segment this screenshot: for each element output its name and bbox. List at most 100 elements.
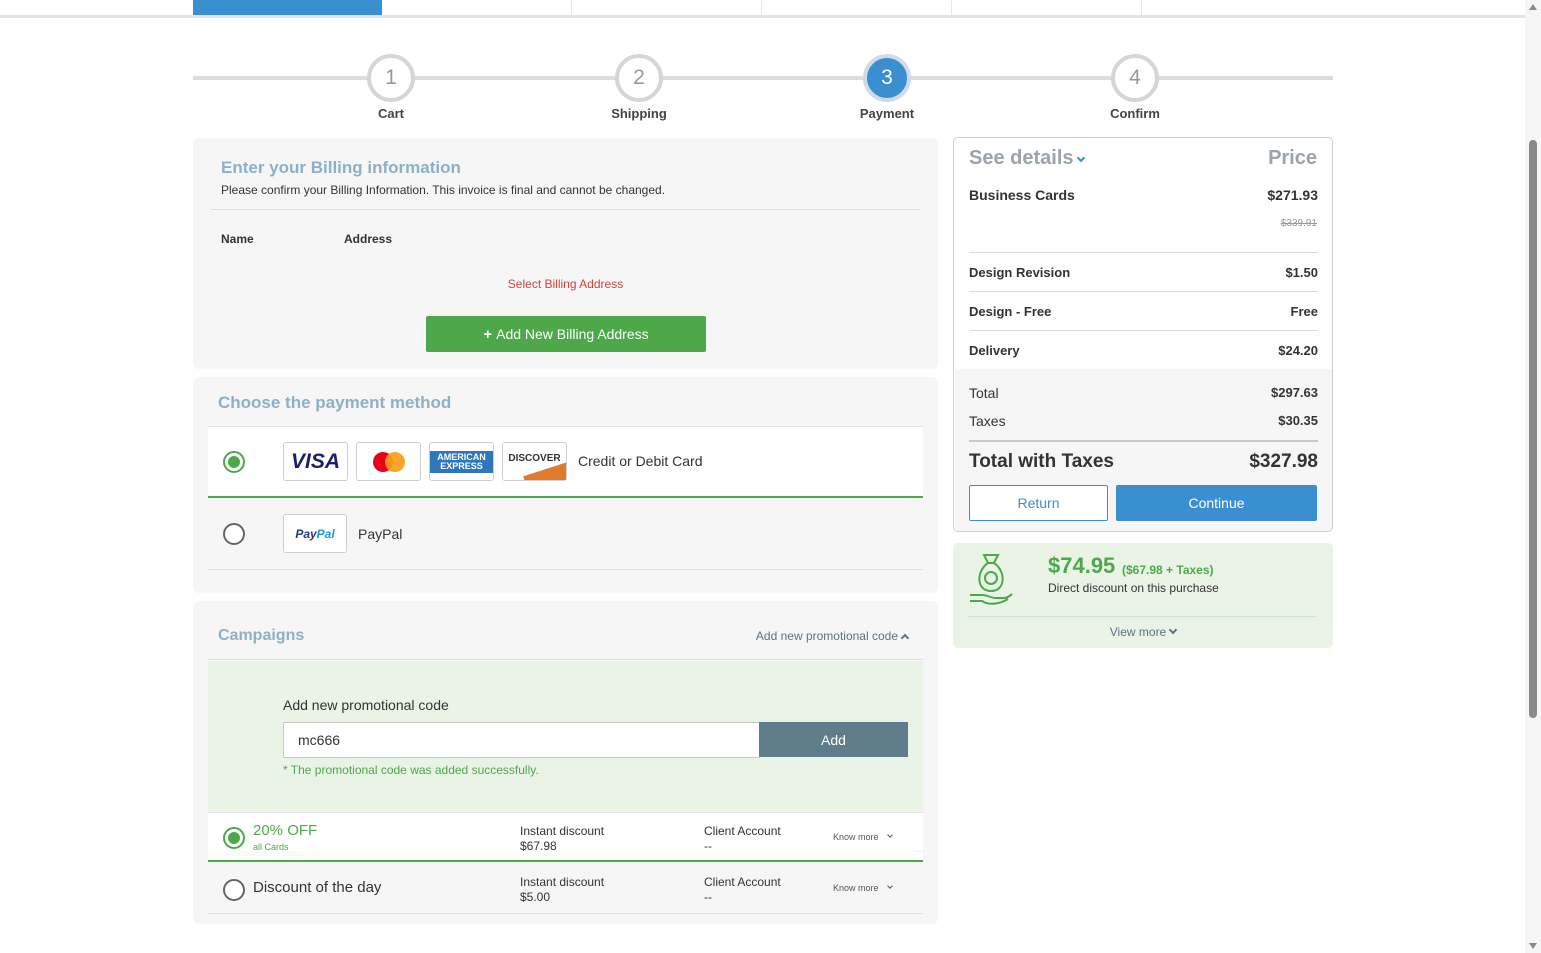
promo-success-message: * The promotional code was added success… (283, 763, 539, 777)
top-nav-tab[interactable] (382, 0, 572, 15)
add-billing-address-button[interactable]: + Add New Billing Address (426, 316, 706, 352)
paypal-logo-pay: Pay (295, 526, 317, 541)
divider (969, 330, 1318, 331)
campaign-radio[interactable] (223, 879, 245, 901)
billing-section: Enter your Billing information Please co… (193, 138, 938, 369)
summary-grand-total-line: Total with Taxes $327.98 (969, 451, 1318, 473)
see-details-toggle[interactable]: See details (969, 147, 1085, 170)
campaign-discount-label: Instant discount (520, 824, 605, 838)
step-label: Confirm (1110, 106, 1160, 121)
visa-logo-text: VISA (290, 449, 340, 473)
paypal-radio[interactable] (223, 523, 245, 545)
step-number: 4 (1111, 54, 1159, 102)
campaign-account: Client Account -- (704, 875, 781, 905)
chevron-up-icon (900, 633, 910, 643)
divider (208, 659, 923, 660)
top-nav-tab[interactable] (762, 0, 952, 15)
summary-product-line: Business Cards $271.93 (969, 187, 1318, 203)
return-button[interactable]: Return (969, 485, 1108, 521)
payment-option-paypal[interactable]: PayPal PayPal (208, 500, 923, 570)
add-promo-code-link[interactable]: Add new promotional code (755, 629, 910, 643)
divider (968, 616, 1317, 617)
campaign-discount-value: $5.00 (520, 890, 551, 904)
top-nav-tab[interactable] (952, 0, 1142, 15)
summary-line-value: Free (1290, 304, 1318, 319)
scroll-down-arrow-icon[interactable] (1529, 943, 1537, 949)
discount-description: Direct discount on this purchase (1048, 581, 1219, 595)
see-details-label: See details (969, 147, 1074, 169)
know-more-link[interactable]: Know more (833, 883, 893, 893)
chevron-down-icon (1076, 153, 1085, 163)
step-number: 3 (863, 54, 911, 102)
divider (969, 252, 1318, 253)
summary-product-price: $271.93 (1267, 187, 1318, 203)
campaign-discount-value: $67.98 (520, 839, 557, 853)
plus-icon: + (483, 325, 493, 343)
campaign-discount: Instant discount $5.00 (520, 875, 604, 905)
chevron-down-icon (886, 883, 893, 889)
paypal-label: PayPal (358, 526, 403, 542)
campaign-account-label: Client Account (704, 875, 781, 889)
know-more-label: Know more (833, 832, 879, 842)
chevron-down-icon (886, 832, 893, 838)
discount-amount-detail: ($67.98 + Taxes) (1122, 563, 1214, 577)
continue-button[interactable]: Continue (1116, 485, 1317, 521)
step-cart[interactable]: 1 Cart (341, 54, 441, 121)
discover-logo-text: DISCOVER (508, 453, 561, 464)
billing-warning: Select Billing Address (507, 277, 624, 291)
top-nav-tabs (0, 0, 1525, 18)
checkout-page: 1 Cart 2 Shipping 3 Payment 4 Confirm En… (0, 0, 1541, 953)
promo-code-input[interactable] (283, 722, 760, 758)
visa-logo: VISA (283, 442, 348, 481)
top-nav-tab-active[interactable] (193, 0, 382, 15)
promo-code-label: Add new promotional code (283, 697, 449, 713)
step-number: 2 (615, 54, 663, 102)
know-more-link[interactable]: Know more (833, 832, 893, 842)
summary-line: Delivery $24.20 (969, 343, 1318, 358)
paypal-logo-pal: Pal (316, 526, 335, 541)
campaign-radio[interactable] (223, 827, 245, 849)
amex-logo: AMERICAN EXPRESS (429, 442, 494, 481)
campaigns-title: Campaigns (218, 627, 305, 644)
campaign-discount-label: Instant discount (520, 875, 605, 889)
top-nav-tab[interactable] (572, 0, 762, 15)
page-scrollbar[interactable] (1525, 0, 1541, 953)
step-payment: 3 Payment (837, 54, 937, 121)
checkout-steps: 1 Cart 2 Shipping 3 Payment 4 Confirm (193, 54, 1333, 124)
step-shipping[interactable]: 2 Shipping (589, 54, 689, 121)
summary-line: Design Revision $1.50 (969, 265, 1318, 280)
promo-code-panel: Add new promotional code Add * The promo… (208, 661, 923, 811)
campaign-name: 20% OFF (253, 822, 318, 839)
add-promo-code-link-label: Add new promotional code (755, 629, 898, 643)
campaigns-section: Campaigns Add new promotional code Add n… (193, 601, 938, 924)
top-nav-tab[interactable] (1142, 0, 1332, 15)
summary-line: Design - Free Free (969, 304, 1318, 319)
scrollbar-thumb[interactable] (1529, 140, 1537, 718)
discount-amount: $74.95 (1048, 553, 1116, 578)
summary-line-label: Design - Free (969, 304, 1052, 319)
campaign-row[interactable]: 20% OFF all Cards Instant discount $67.9… (208, 812, 923, 862)
scroll-up-arrow-icon[interactable] (1529, 4, 1537, 10)
mastercard-circle-orange (384, 451, 405, 472)
payment-option-card[interactable]: VISA AMERICAN EXPRESS DISCOVER Credit or… (208, 426, 923, 498)
summary-line-label: Design Revision (969, 265, 1071, 280)
card-label: Credit or Debit Card (578, 453, 703, 469)
order-summary: See details Price Business Cards $271.93… (953, 137, 1333, 532)
payment-method-section: Choose the payment method VISA AMERICAN … (193, 377, 938, 593)
card-radio[interactable] (223, 451, 245, 473)
price-header: Price (1268, 147, 1317, 169)
discover-logo: DISCOVER (502, 442, 567, 481)
summary-grand-total-label: Total with Taxes (969, 451, 1114, 472)
step-label: Payment (859, 106, 915, 121)
step-label: Shipping (611, 106, 667, 121)
billing-col-name: Name (221, 232, 254, 246)
view-more-link[interactable]: View more (953, 625, 1333, 639)
chevron-down-icon (1168, 625, 1178, 635)
divider (969, 440, 1318, 442)
campaign-discount: Instant discount $67.98 (520, 824, 604, 854)
money-bag-icon (970, 554, 1013, 605)
promo-add-button[interactable]: Add (759, 722, 908, 757)
campaign-row[interactable]: Discount of the day Instant discount $5.… (208, 864, 923, 914)
mastercard-logo (356, 442, 421, 481)
step-confirm: 4 Confirm (1085, 54, 1185, 121)
